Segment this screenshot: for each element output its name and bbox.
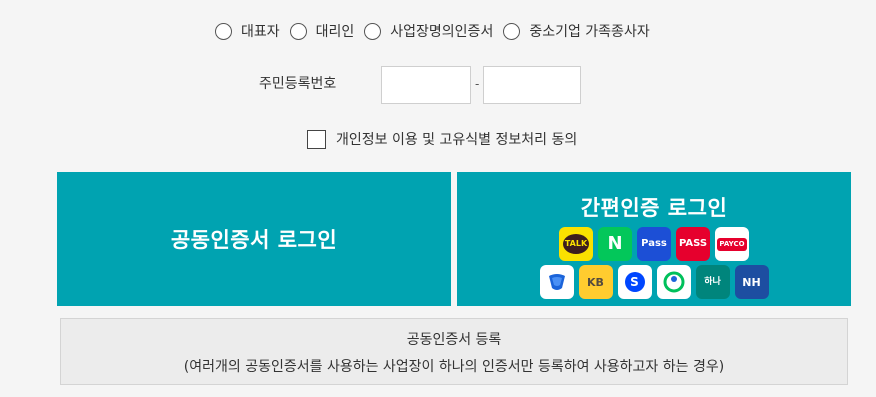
- banksalad-shape-icon: [663, 271, 684, 293]
- nh-text: NH: [742, 275, 761, 289]
- shinhan-text: S: [624, 272, 645, 292]
- kakaotalk-bubble: TALK: [563, 234, 589, 254]
- toss-shape-icon: [548, 274, 565, 290]
- rrn-separator: -: [475, 77, 480, 91]
- radio-family-worker[interactable]: 중소기업 가족종사자: [503, 21, 650, 41]
- shinhan-bank-icon[interactable]: S: [617, 265, 652, 299]
- cert-register-description: (여러개의 공동인증서를 사용하는 사업장이 하나의 인증서만 등록하여 사용하…: [183, 359, 725, 375]
- pass-text: PASS: [678, 238, 708, 249]
- samsung-pass-icon[interactable]: Pass: [637, 227, 671, 261]
- radio-circle-icon[interactable]: [289, 22, 307, 40]
- kb-text: KB: [587, 275, 604, 289]
- radio-agent-label: 대리인: [315, 24, 355, 40]
- naver-icon[interactable]: N: [598, 227, 632, 261]
- cert-register-title: 공동인증서 등록: [406, 332, 502, 348]
- simple-login-panel[interactable]: 간편인증 로그인 TALK N Pass PASS PAYCO KB S 하나 …: [457, 172, 851, 306]
- payco-icon[interactable]: PAYCO: [715, 227, 749, 261]
- kakaotalk-icon[interactable]: TALK: [559, 227, 593, 261]
- kb-bank-icon[interactable]: KB: [578, 265, 613, 299]
- cert-login-label: 공동인증서 로그인: [170, 228, 338, 252]
- radio-representative[interactable]: 대표자: [215, 21, 280, 41]
- consent-checkbox[interactable]: [307, 129, 326, 149]
- rrn-front-input[interactable]: [381, 66, 471, 104]
- nh-bank-icon[interactable]: NH: [734, 265, 769, 299]
- radio-business-cert[interactable]: 사업장명의인증서: [364, 21, 493, 41]
- radio-circle-icon[interactable]: [215, 22, 232, 40]
- rrn-label: 주민등록번호: [259, 76, 337, 92]
- radio-agent[interactable]: 대리인: [289, 21, 355, 41]
- simple-login-title: 간편인증 로그인: [580, 196, 728, 220]
- pass-icon[interactable]: PASS: [676, 227, 710, 261]
- role-radio-group: 대표자 대리인 사업장명의인증서 중소기업 가족종사자: [215, 21, 660, 41]
- consent-label[interactable]: 개인정보 이용 및 고유식별 정보처리 동의: [336, 129, 577, 149]
- naver-letter: N: [607, 233, 623, 254]
- cert-login-button[interactable]: 공동인증서 로그인: [57, 172, 451, 306]
- rrn-back-input[interactable]: [483, 66, 581, 104]
- radio-family-worker-label: 중소기업 가족종사자: [529, 24, 650, 40]
- payco-text: PAYCO: [717, 237, 747, 251]
- radio-representative-label: 대표자: [241, 24, 280, 40]
- cert-register-button[interactable]: 공동인증서 등록 (여러개의 공동인증서를 사용하는 사업장이 하나의 인증서만…: [60, 318, 848, 385]
- hana-text: 하나: [704, 276, 721, 287]
- toss-icon[interactable]: [539, 265, 574, 299]
- hana-bank-icon[interactable]: 하나: [695, 265, 730, 299]
- radio-circle-icon[interactable]: [364, 22, 382, 40]
- radio-circle-icon[interactable]: [503, 22, 521, 40]
- consent-row: 개인정보 이용 및 고유식별 정보처리 동의: [307, 129, 577, 149]
- samsung-pass-text: Pass: [641, 238, 667, 249]
- provider-row-2: KB S 하나 NH: [457, 265, 851, 299]
- provider-row-1: TALK N Pass PASS PAYCO: [457, 227, 851, 261]
- radio-business-cert-label: 사업장명의인증서: [390, 24, 494, 40]
- banksalad-icon[interactable]: [656, 265, 691, 299]
